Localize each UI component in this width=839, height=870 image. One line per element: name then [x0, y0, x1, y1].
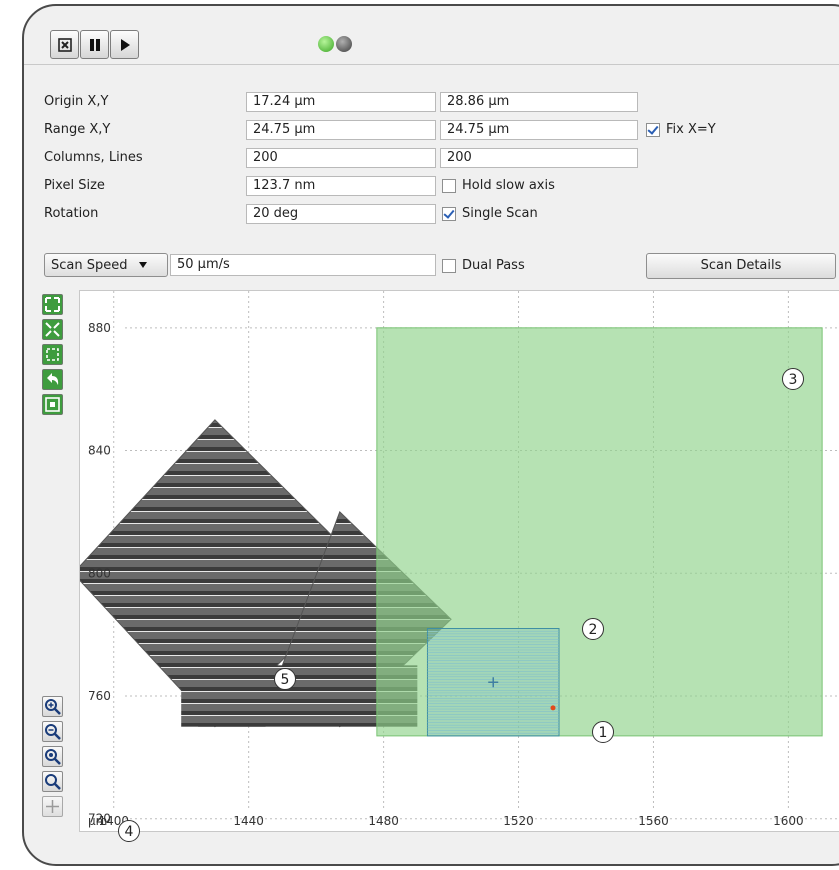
x-tick-label: 1440 [233, 814, 264, 828]
play-button[interactable] [110, 30, 139, 59]
chevron-down-icon [138, 262, 147, 268]
zoom-out-icon [45, 724, 61, 740]
x-tick-label: 1480 [368, 814, 399, 828]
stop-button[interactable] [50, 30, 79, 59]
checkbox-unchecked-icon [442, 179, 456, 193]
crosshair-button[interactable] [42, 796, 63, 817]
toolbar-divider [24, 64, 839, 65]
pixel-size-label: Pixel Size [44, 178, 105, 193]
y-tick-label: 840 [88, 444, 111, 458]
scan-details-button[interactable]: Scan Details [646, 253, 836, 279]
center-icon [45, 397, 60, 412]
callout-4: 4 [118, 820, 140, 842]
scan-speed-selected: Scan Speed [51, 257, 128, 273]
y-tick-label: 800 [88, 566, 111, 580]
zoom-button[interactable] [42, 771, 63, 792]
hold-slow-axis-label: Hold slow axis [462, 178, 555, 193]
zoom-in-icon [45, 699, 61, 715]
zoom-out-button[interactable] [42, 721, 63, 742]
pause-button[interactable] [80, 30, 109, 59]
status-led-inactive [336, 36, 352, 52]
y-tick-label: 880 [88, 321, 111, 335]
status-led-active [318, 36, 334, 52]
hold-slow-axis-checkbox[interactable]: Hold slow axis [442, 176, 555, 196]
undo-button[interactable] [42, 369, 63, 390]
zoom-extents-button[interactable] [42, 294, 63, 315]
single-scan-checkbox[interactable]: Single Scan [442, 204, 538, 224]
fit-selection-button[interactable] [42, 344, 63, 365]
fix-xy-checkbox[interactable]: Fix X=Y [646, 120, 716, 140]
checkbox-checked-icon [442, 207, 456, 221]
x-tick-label: 1520 [503, 814, 534, 828]
origin-label: Origin X,Y [44, 94, 109, 109]
scan-area-plot[interactable]: 1400 1440 1480 1520 1560 1600 720 760 800 840 880 µ… [72, 290, 839, 832]
play-icon [120, 38, 130, 51]
callout-1: 1 [592, 721, 614, 743]
undo-icon [47, 373, 59, 385]
stop-x-icon [57, 37, 72, 52]
scan-speed-dropdown[interactable]: Scan Speed [44, 253, 168, 277]
zoom-icon [45, 774, 61, 790]
x-tick-label: 1560 [638, 814, 669, 828]
zoom-extents-icon [45, 297, 60, 312]
scan-speed-field[interactable]: 50 µm/s [170, 254, 436, 276]
range-x-field[interactable]: 24.75 µm [246, 120, 436, 140]
rotation-label: Rotation [44, 206, 99, 221]
origin-y-field[interactable]: 28.86 µm [440, 92, 638, 112]
y-tick-label: 760 [88, 689, 111, 703]
pause-icon [89, 38, 100, 51]
zoom-region-icon [45, 749, 61, 765]
lines-field[interactable]: 200 [440, 148, 638, 168]
scan-control-window: Origin X,Y 17.24 µm 28.86 µm Range X,Y 2… [22, 4, 839, 866]
rotation-field[interactable]: 20 deg [246, 204, 436, 224]
range-label: Range X,Y [44, 122, 111, 137]
fit-selection-icon [46, 348, 59, 361]
fix-xy-label: Fix X=Y [666, 122, 716, 137]
callout-3: 3 [782, 368, 804, 390]
zoom-in-button[interactable] [42, 696, 63, 717]
checkbox-unchecked-icon [442, 259, 456, 273]
dual-pass-checkbox[interactable]: Dual Pass [442, 256, 525, 276]
center-button[interactable] [42, 394, 63, 415]
single-scan-label: Single Scan [462, 206, 538, 221]
plot-canvas[interactable]: 1400 1440 1480 1520 1560 1600720760800840880µ… [72, 291, 839, 831]
columns-field[interactable]: 200 [246, 148, 436, 168]
callout-2: 2 [582, 618, 604, 640]
fit-icon [45, 322, 60, 337]
callout-5: 5 [274, 668, 296, 690]
fit-button[interactable] [42, 319, 63, 340]
columns-lines-label: Columns, Lines [44, 150, 143, 165]
crosshair-icon [46, 800, 59, 813]
x-tick-label: 1600 [773, 814, 804, 828]
unit-label: µm [88, 814, 107, 828]
origin-marker [550, 705, 556, 711]
zoom-region-button[interactable] [42, 746, 63, 767]
checkbox-checked-icon [646, 123, 660, 137]
range-y-field[interactable]: 24.75 µm [440, 120, 638, 140]
pixel-size-field[interactable]: 123.7 nm [246, 176, 436, 196]
dual-pass-label: Dual Pass [462, 258, 525, 273]
origin-x-field[interactable]: 17.24 µm [246, 92, 436, 112]
